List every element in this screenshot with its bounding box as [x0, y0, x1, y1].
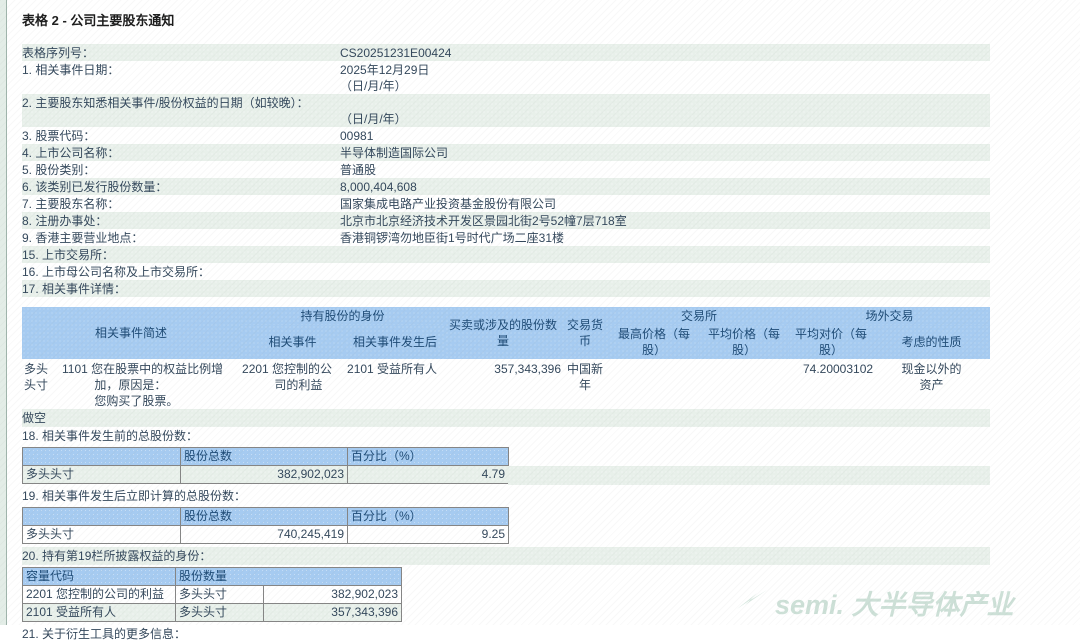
col-header-total-shares: 股份总数 — [180, 507, 348, 526]
section-21-title: 21. 关于衍生工具的更多信息： — [22, 627, 187, 641]
section-18-block: 股份总数 百分比（%） 多头头寸 382,902,023 4.79 — [22, 447, 990, 485]
field-row-share-class: 5. 股份类别： 普通股 — [22, 161, 990, 178]
col-header-on-exchange: 交易所 — [609, 307, 790, 325]
nature-cell: 现金以外的资产 — [901, 362, 962, 392]
percent-before: 4.79 — [347, 465, 509, 484]
shares-number-cell: 357,343,396 — [494, 362, 562, 376]
section-18-row-band — [508, 466, 990, 485]
col-header-total-shares: 股份总数 — [180, 447, 348, 466]
col-header-off-exchange: 场外交易 — [789, 307, 991, 325]
col-header-percent: 百分比（%） — [347, 447, 509, 466]
field-row-listed-exchange: 15. 上市交易所： — [22, 246, 990, 263]
field-row-company-name: 4. 上市公司名称： 半导体制造国际公司 — [22, 144, 990, 161]
event-details-table: 相关事件简述 持有股份的身份 买卖或涉及的股份数量 交易货币 交易所 场外交易 … — [22, 307, 991, 409]
col-header-shares-count: 股份数量 — [174, 567, 403, 586]
section-20-block: 容量代码 股份数量 2201 您控制的公司的利益 多头头寸 382,902,02… — [22, 567, 990, 622]
field-row-issued-shares: 6. 该类别已发行股份数量： 8,000,404,608 — [22, 178, 990, 195]
highest-price-cell — [609, 359, 699, 409]
col-header-capacity-event: 相关事件 — [240, 325, 346, 359]
field-label: 17. 相关事件详情： — [22, 281, 127, 296]
row-label: 多头头寸 — [22, 465, 181, 484]
capacity-event-cell: 2201 您控制的公司的利益 — [242, 362, 333, 392]
field-row-parent-company: 16. 上市母公司名称及上市交易所： — [22, 263, 990, 280]
shares-cell: 382,902,023 — [262, 585, 403, 604]
field-label: 7. 主要股东名称： — [22, 196, 120, 211]
position-label: 多头头寸 — [24, 362, 49, 392]
col-header-percent: 百分比（%） — [347, 507, 509, 526]
field-row-stock-code: 3. 股票代码： 00981 — [22, 127, 990, 144]
field-row-serial: 表格序列号： CS20251231E00424 — [22, 44, 990, 61]
field-row-event-date: 1. 相关事件日期： 2025年12月29日 （日/月/年） — [22, 61, 990, 94]
capacity-after-cell: 2101 受益所有人 — [347, 362, 438, 376]
field-label: 15. 上市交易所： — [22, 247, 115, 262]
position-cell: 多头头寸 — [175, 585, 264, 604]
field-row-shareholder-name: 7. 主要股东名称： 国家集成电路产业投资基金股份有限公司 — [22, 195, 990, 212]
col-header-avg-price: 平均价格（每股） — [699, 325, 790, 359]
field-row-aware-date: 2. 主要股东知悉相关事件/股份权益的日期（如较晚）： （日/月/年） — [22, 94, 990, 127]
capacity-code-cell: 2201 您控制的公司的利益 — [22, 585, 176, 604]
hk-place-value: 香港铜锣湾勿地臣街1号时代广场二座31楼 — [340, 230, 565, 245]
col-header-avg-consideration: 平均对价（每股） — [789, 325, 874, 359]
field-label: 1. 相关事件日期： — [22, 62, 120, 77]
section-20-table: 容量代码 股份数量 2201 您控制的公司的利益 多头头寸 382,902,02… — [22, 567, 403, 622]
avg-consideration-cell: 74.20003102 — [802, 362, 874, 376]
page-left-edge — [0, 0, 7, 625]
section-19-table: 股份总数 百分比（%） 多头头寸 740,245,419 9.25 — [22, 507, 509, 544]
form-content: 表格 2 - 公司主要股东通知 表格序列号： CS20251231E00424 … — [22, 8, 991, 643]
field-label: 5. 股份类别： — [22, 162, 96, 177]
field-label: 8. 注册办事处： — [22, 213, 108, 228]
col-header-nature: 考虑的性质 — [873, 325, 991, 359]
form-title: 表格 2 - 公司主要股东通知 — [22, 13, 175, 28]
shares-cell: 357,343,396 — [262, 603, 403, 622]
registered-office-value: 北京市北京经济技术开发区景园北街2号52幢7层718室 — [340, 213, 627, 228]
col-header-capacity-code: 容量代码 — [22, 567, 176, 586]
section-18-title: 18. 相关事件发生前的总股份数： — [22, 429, 199, 443]
section-19-block: 股份总数 百分比（%） 多头头寸 740,245,419 9.25 — [22, 507, 990, 544]
capacity-code-cell: 2101 受益所有人 — [22, 603, 176, 622]
issued-shares-value: 8,000,404,608 — [340, 179, 417, 194]
col-header-capacity-after: 相关事件发生后 — [345, 325, 446, 359]
shareholder-name-value: 国家集成电路产业投资基金股份有限公司 — [340, 196, 557, 211]
col-header-currency: 交易货币 — [561, 307, 610, 359]
col-header-shares-number: 买卖或涉及的股份数量 — [445, 307, 562, 359]
col-header-capacity-group: 持有股份的身份 — [240, 307, 446, 325]
col-header-event-desc: 相关事件简述 — [22, 307, 241, 359]
section-20-title: 20. 持有第19栏所披露权益的身份： — [22, 547, 990, 565]
percent-after: 9.25 — [347, 525, 509, 544]
company-name-value: 半导体制造国际公司 — [340, 145, 449, 160]
position-cell: 多头头寸 — [175, 603, 264, 622]
row-label: 多头头寸 — [22, 525, 181, 544]
avg-price-cell — [699, 359, 789, 409]
field-label: 6. 该类别已发行股份数量： — [22, 179, 168, 194]
field-label: 2. 主要股东知悉相关事件/股份权益的日期（如较晚）： — [22, 95, 309, 110]
field-row-registered-office: 8. 注册办事处： 北京市北京经济技术开发区景园北街2号52幢7层718室 — [22, 212, 990, 229]
section-18-table: 股份总数 百分比（%） 多头头寸 382,902,023 4.79 — [22, 447, 509, 484]
currency-cell: 中国新年 — [567, 362, 604, 392]
event-desc-cell: 1101 您在股票中的权益比例增加，原因是： 您购买了股票。 — [62, 362, 224, 408]
event-date-value: 2025年12月29日 （日/月/年） — [340, 62, 430, 93]
col-header-highest-price: 最高价格（每股） — [609, 325, 700, 359]
short-position-row: 做空 — [22, 409, 990, 427]
field-row-hk-place: 9. 香港主要营业地点： 香港铜锣湾勿地臣街1号时代广场二座31楼 — [22, 229, 990, 246]
field-label: 表格序列号： — [22, 45, 95, 60]
aware-date-value: （日/月/年） — [340, 111, 407, 126]
total-shares-after: 740,245,419 — [180, 525, 348, 544]
field-label: 4. 上市公司名称： — [22, 145, 120, 160]
total-shares-before: 382,902,023 — [180, 465, 348, 484]
field-label: 3. 股票代码： — [22, 128, 96, 143]
share-class-value: 普通股 — [340, 162, 377, 177]
serial-number-value: CS20251231E00424 — [340, 45, 452, 60]
field-label: 9. 香港主要营业地点： — [22, 230, 144, 245]
section-19-title: 19. 相关事件发生后立即计算的总股份数： — [22, 489, 247, 503]
field-label: 16. 上市母公司名称及上市交易所： — [22, 264, 211, 279]
stock-code-value: 00981 — [340, 128, 374, 143]
field-row-event-details: 17. 相关事件详情： — [22, 280, 990, 297]
